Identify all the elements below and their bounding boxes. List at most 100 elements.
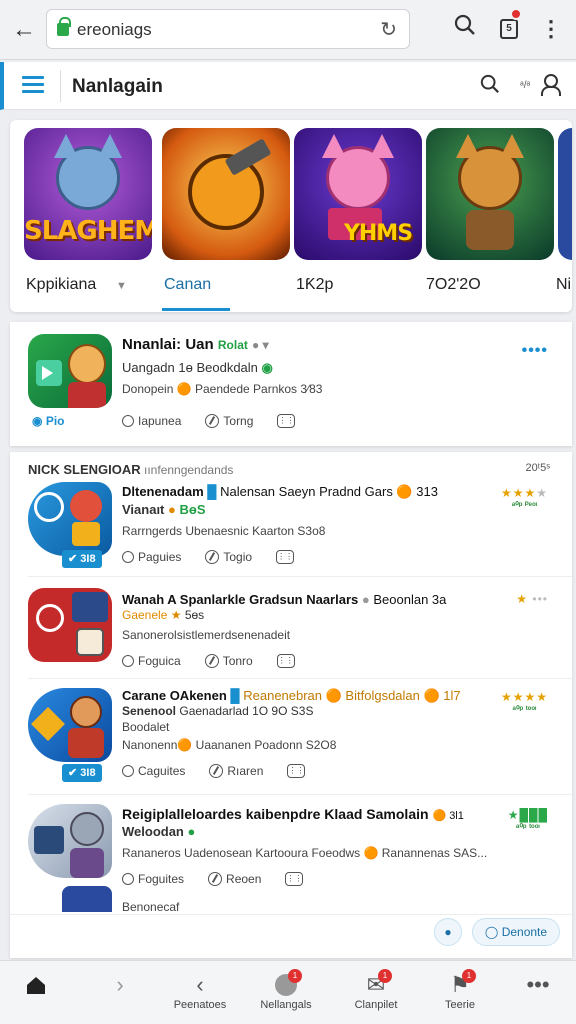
- featured-tile[interactable]: SLAGHEM: [24, 128, 152, 260]
- nav-label: Clanpilet: [354, 999, 398, 1011]
- mail-icon: ✉ 1: [336, 969, 416, 999]
- app-meta: Rananeros Uadenosean Kartooura Foeodws 🟠…: [122, 846, 488, 860]
- action-share[interactable]: Togio: [205, 550, 252, 564]
- nav-label: Nellangals: [260, 999, 312, 1011]
- action-share[interactable]: Rıaren: [209, 764, 263, 778]
- nav-back[interactable]: ‹ Peenatoes: [160, 971, 240, 1011]
- chevron-left-icon: ‹: [196, 972, 204, 997]
- featured-label[interactable]: Canan: [164, 276, 211, 294]
- action-more[interactable]: ⋮⋮: [276, 550, 295, 564]
- app-rating: ★★★★ ᵃ⁰ᵖ ᴾᵉᵒᶦ: [500, 486, 548, 510]
- action-favorite[interactable]: Caguites: [122, 764, 185, 778]
- nav-more[interactable]: •••: [498, 971, 576, 999]
- app-badge: ◉ Pio: [32, 414, 65, 428]
- app-icon[interactable]: [28, 804, 112, 878]
- app-header: Nanlagain ᵃ/ᵃ: [0, 62, 576, 110]
- app-actions: Iapunea Torng ⋮⋮: [122, 414, 296, 428]
- action-more[interactable]: ⋮⋮: [277, 414, 296, 428]
- notification-badge: 1: [462, 969, 476, 983]
- selected-tab-indicator: [162, 308, 230, 311]
- lock-icon: [57, 17, 71, 36]
- app-title[interactable]: Nnanlai: Uan Rolat ● ▾: [122, 336, 269, 353]
- search-icon[interactable]: [480, 74, 500, 100]
- app-subtitle: Gaenele ★ 5ɵs: [122, 608, 205, 622]
- action-more[interactable]: ⋮⋮: [285, 872, 304, 886]
- featured-tile[interactable]: YHMS: [294, 128, 422, 260]
- app-actions: Paguies Togio ⋮⋮: [122, 550, 295, 564]
- reload-icon[interactable]: ↻: [380, 17, 397, 42]
- user-icon[interactable]: [540, 74, 561, 96]
- action-favorite[interactable]: Foguica: [122, 654, 181, 668]
- featured-carousel: SLAGHEM YHMS Kppikiana ▼ Canan 1Ƙ2p 7O2ʹ…: [10, 120, 572, 312]
- divider: [10, 914, 572, 915]
- nav-mail[interactable]: ✉ 1 Clanpilet: [336, 969, 416, 1011]
- search-icon[interactable]: [450, 14, 480, 44]
- more-vert-icon[interactable]: ⋮: [536, 14, 566, 44]
- app-badge: ✔ 3Ɩ8: [62, 764, 102, 782]
- menu-icon[interactable]: [22, 76, 44, 94]
- mic-icon[interactable]: ●: [434, 918, 462, 946]
- bookmark-icon: ⚑ 1: [420, 969, 500, 999]
- app-actions: Foguica Tonro ⋮⋮: [122, 654, 295, 668]
- section-count: 20ᵗ5ˢ: [525, 462, 550, 474]
- app-meta: Rarrngerds Ubenaesnic Kaarton S3o8: [122, 524, 326, 538]
- nav-bookmarks[interactable]: ⚑ 1 Teerie: [420, 969, 500, 1011]
- donate-button[interactable]: ◯ Denonte: [472, 918, 560, 946]
- more-horiz-icon: •••: [526, 972, 550, 997]
- app-meta: Benonecaf: [122, 900, 180, 914]
- app-badge: ✔ 3Ɩ8: [62, 550, 102, 568]
- action-share[interactable]: Torng: [205, 414, 253, 428]
- page-title: Nanlagain: [72, 76, 163, 97]
- action-favorite[interactable]: Iapunea: [122, 414, 181, 428]
- back-arrow-icon[interactable]: ←: [10, 16, 38, 44]
- header-small-label: ᵃ/ᵃ: [520, 80, 531, 91]
- app-title[interactable]: Dltenenadam █ Nalensan Saeyn Pradnd Gars…: [122, 484, 438, 500]
- action-more[interactable]: ⋮⋮: [287, 764, 306, 778]
- nav-profile[interactable]: 1 Nellangals: [246, 969, 326, 1011]
- app-actions: Caguites Rıaren ⋮⋮: [122, 764, 306, 778]
- featured-tile[interactable]: [558, 128, 572, 260]
- action-favorite[interactable]: Foguites: [122, 872, 184, 886]
- action-more[interactable]: ⋮⋮: [276, 654, 295, 668]
- app-rating: ★★★★ ᵃ⁰ᵖ ᵗᵒᵒᶦ: [500, 690, 548, 714]
- nav-label: Peenatoes: [173, 999, 227, 1011]
- nav-home[interactable]: [0, 971, 76, 999]
- nav-label: Teerie: [445, 999, 475, 1011]
- featured-label[interactable]: Kppikiana: [26, 276, 96, 294]
- app-icon[interactable]: [28, 482, 112, 556]
- app-meta-extra: Boodalet: [122, 720, 170, 734]
- featured-app-card[interactable]: Nnanlai: Uan Rolat ● ▾ Uangadn 1ɵ Beodkd…: [10, 322, 572, 446]
- app-icon[interactable]: [28, 688, 112, 762]
- action-favorite[interactable]: Paguies: [122, 550, 181, 564]
- featured-label[interactable]: Ni: [556, 276, 571, 294]
- notification-badge: 1: [288, 969, 302, 983]
- nav-forward[interactable]: ›: [80, 971, 160, 999]
- app-rating: ★███ ᵃ⁰ᵖ ᵗᵒᵒᶦ: [507, 808, 548, 832]
- app-title[interactable]: Carane OAkenen █ Reanenebran 🟠 Bitfolgsd…: [122, 688, 461, 704]
- app-subtitle: Vianaıt ● BɵS: [122, 502, 206, 517]
- tabs-icon[interactable]: 5: [494, 8, 524, 44]
- star-rating-icon: ★███: [507, 808, 548, 822]
- featured-tile[interactable]: [162, 128, 290, 260]
- tile-logo-text: SLAGHEM: [24, 216, 152, 246]
- more-horiz-icon[interactable]: ••••: [522, 342, 548, 360]
- app-icon[interactable]: [62, 886, 112, 912]
- browser-toolbar: ← ereoniags ↻ 5 ⋮: [0, 0, 576, 60]
- action-share[interactable]: Tonro: [204, 654, 253, 668]
- action-share[interactable]: Reoen: [208, 872, 261, 886]
- chevron-down-icon[interactable]: ▼: [116, 280, 127, 292]
- app-icon: [28, 334, 112, 408]
- bottom-navigation: › ‹ Peenatoes 1 Nellangals ✉ 1 Clanpilet…: [0, 960, 576, 1024]
- featured-label[interactable]: 1Ƙ2p: [296, 276, 333, 294]
- app-icon[interactable]: [28, 588, 112, 662]
- star-rating-icon: ★★★★: [500, 486, 548, 500]
- app-title[interactable]: Reigiplalleloardes kaibenpdre Klaad Samo…: [122, 806, 464, 822]
- notification-badge: 1: [378, 969, 392, 983]
- section-title: NICK SLENGIOAR ıınfenngendands: [28, 462, 234, 477]
- featured-label[interactable]: 7O2ʹ2O: [426, 276, 481, 294]
- app-title[interactable]: Wanah A Spanlarkle Gradsun Naarlars ● Be…: [122, 592, 446, 607]
- app-subtitle: Senenool Gaenadarlad 1O 9O S3S: [122, 704, 314, 718]
- featured-tile[interactable]: [426, 128, 554, 260]
- address-bar[interactable]: ereoniags ↻: [46, 9, 410, 49]
- chevron-right-icon: ›: [116, 972, 124, 997]
